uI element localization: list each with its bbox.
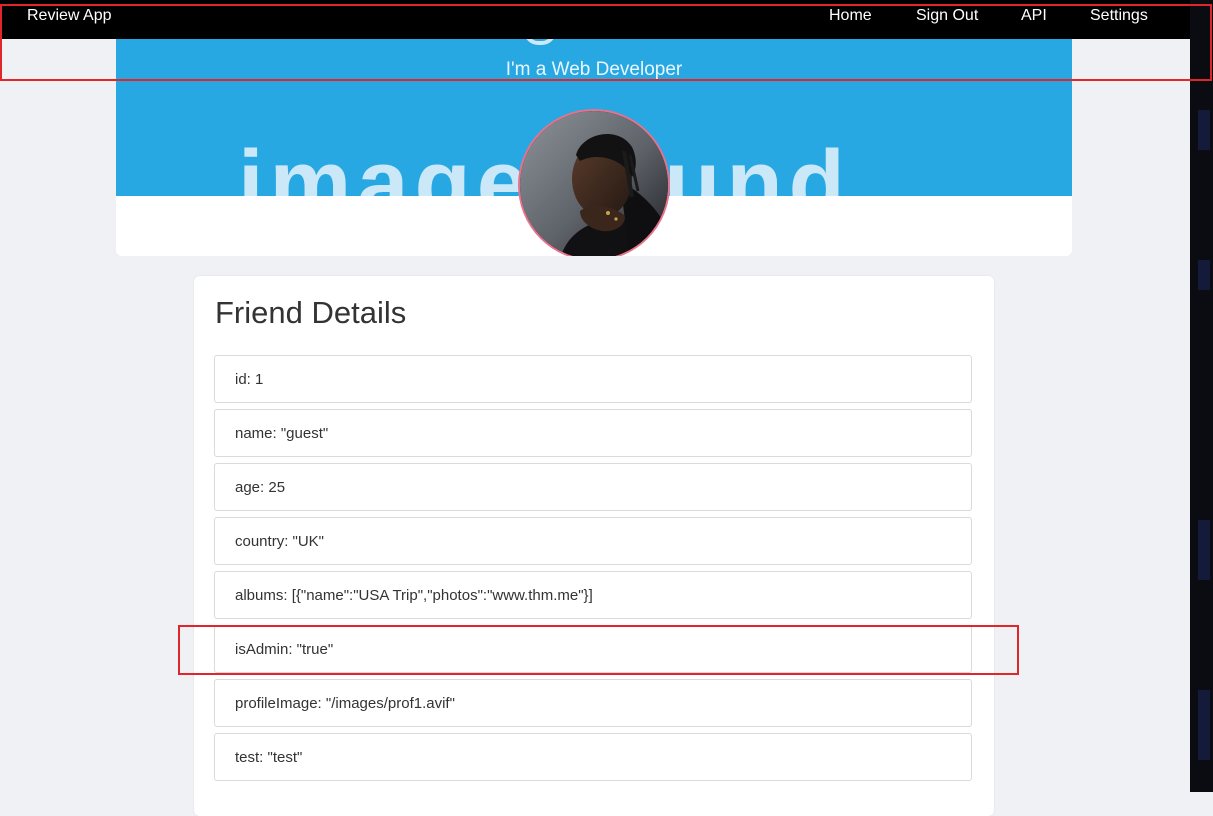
detail-text: country: "UK" (235, 533, 325, 550)
strip-mark (1198, 520, 1210, 580)
detail-item-is-admin: isAdmin: "true" (214, 625, 972, 673)
profile-subtitle: I'm a Web Developer (505, 59, 683, 80)
profile-header-card: I'm a Web Developer image found (116, 39, 1072, 256)
nav-link-settings[interactable]: Settings (1090, 7, 1148, 25)
detail-text: name: "guest" (235, 425, 329, 442)
detail-item-albums: albums: [{"name":"USA Trip","photos":"ww… (214, 571, 972, 619)
detail-text: id: 1 (235, 371, 264, 388)
nav-link-api[interactable]: API (1021, 7, 1047, 25)
avatar-photo (520, 111, 668, 256)
nav-link-home[interactable]: Home (829, 7, 872, 25)
detail-item-age: age: 25 (214, 463, 972, 511)
detail-item-profile-image: profileImage: "/images/prof1.avif" (214, 679, 972, 727)
detail-item-name: name: "guest" (214, 409, 972, 457)
detail-text: isAdmin: "true" (235, 641, 334, 658)
detail-text: test: "test" (235, 749, 303, 766)
detail-text: profileImage: "/images/prof1.avif" (235, 695, 455, 712)
detail-text: albums: [{"name":"USA Trip","photos":"ww… (235, 587, 593, 604)
details-heading: Friend Details (215, 295, 407, 330)
banner-heading-fragment (524, 39, 556, 45)
friend-details-card: Friend Details id: 1 name: "guest" age: … (194, 276, 994, 816)
detail-item-country: country: "UK" (214, 517, 972, 565)
strip-mark (1198, 260, 1210, 290)
top-navbar: Review App Home Sign Out API Settings (0, 0, 1190, 39)
strip-mark (1198, 110, 1210, 150)
nav-link-sign-out[interactable]: Sign Out (916, 7, 978, 25)
right-edge-strip (1190, 0, 1213, 792)
strip-mark (1198, 690, 1210, 760)
detail-text: age: 25 (235, 479, 286, 496)
avatar (518, 109, 670, 256)
brand-link[interactable]: Review App (27, 7, 112, 25)
detail-item-test: test: "test" (214, 733, 972, 781)
detail-item-id: id: 1 (214, 355, 972, 403)
